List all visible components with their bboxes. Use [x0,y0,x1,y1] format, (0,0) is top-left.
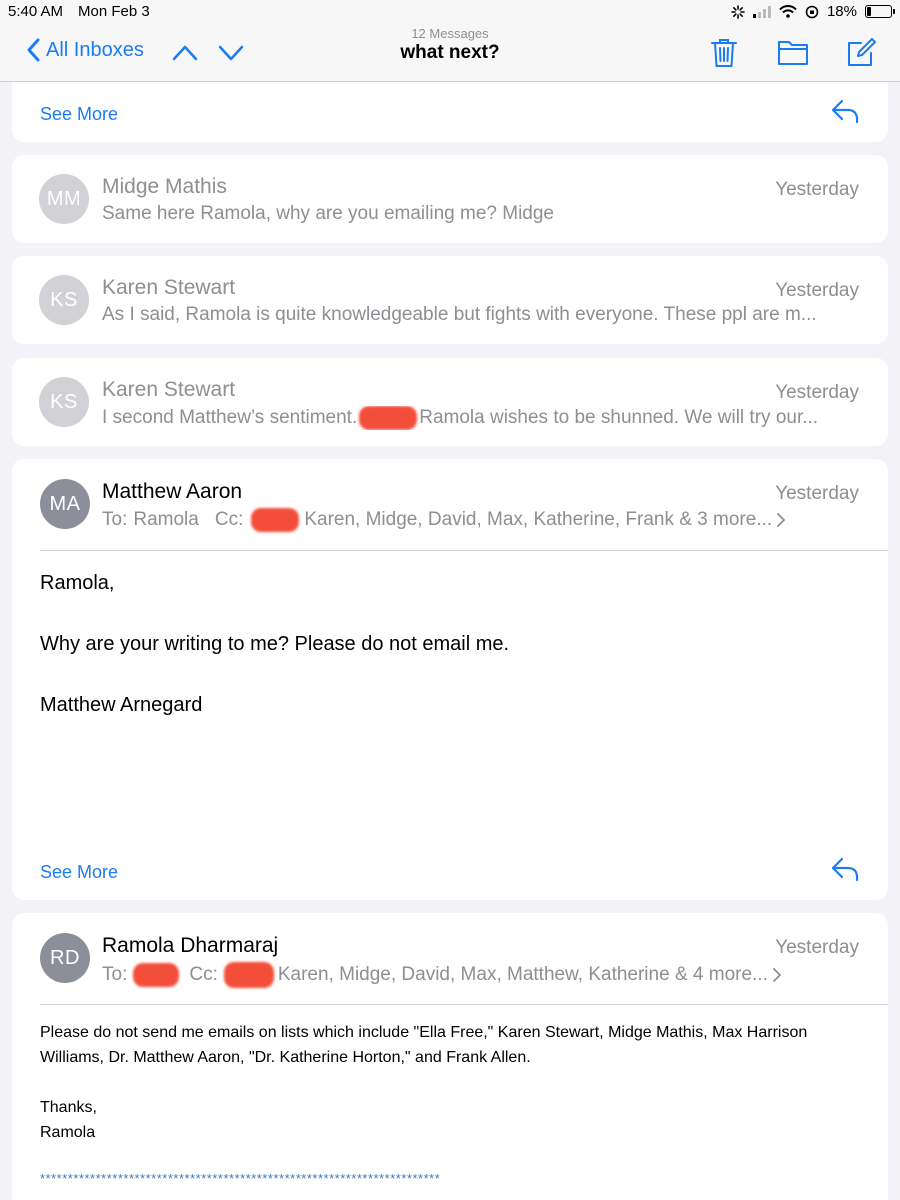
body-paragraph: Matthew Arnegard [40,694,203,716]
message-preview-part: Ramola wishes to be shunned. We will try… [419,407,819,428]
trash-icon[interactable] [711,38,737,68]
cc-label: Cc: [189,964,218,985]
back-button[interactable]: All Inboxes [26,38,144,62]
loading-spinner-icon [731,4,745,19]
status-bar: 5:40 AM Mon Feb 3 18% [0,0,900,24]
status-date: Mon Feb 3 [78,3,150,20]
sender-name: Ramola Dharmaraj [102,934,279,957]
avatar: RD [40,933,90,983]
redaction-mark [251,508,300,532]
body-paragraph: Ramola [40,1124,96,1141]
chevron-down-icon[interactable] [218,40,244,66]
wifi-icon [779,5,797,18]
to-recipient: Ramola [133,509,199,530]
status-indicators: 18% [731,3,895,20]
message-preview: As I said, Ramola is quite knowledgeable… [102,304,817,325]
avatar: KS [39,275,89,325]
cc-recipients: Karen, Midge, David, Max, Katherine, Fra… [304,509,773,530]
message-card-expanded: RD Ramola Dharmaraj Yesterday To: Cc: Ka… [12,913,888,1200]
body-paragraph: Why are your writing to me? Please do no… [40,633,510,655]
message-date: Yesterday [775,382,859,403]
signature-separator: ****************************************… [40,1171,441,1186]
recipients-row[interactable]: To: Ramola Cc: Karen, Midge, David, Max,… [102,508,786,532]
to-label: To: [102,964,128,985]
avatar: KS [39,377,89,427]
see-more-link[interactable]: See More [40,104,118,125]
to-label: To: [102,509,128,530]
message-preview: I second Matthew’s sentiment. Ramola wis… [102,406,854,430]
battery-icon [865,5,895,18]
message-date: Yesterday [775,483,859,504]
chevron-right-icon [777,513,786,527]
see-more-link[interactable]: See More [40,862,118,883]
message-date: Yesterday [775,937,859,958]
message-preview: Same here Ramola, why are you emailing m… [102,203,554,224]
redaction-mark [223,962,274,988]
sender-name: Matthew Aaron [102,480,243,503]
thread-title: what next? [400,42,500,63]
body-paragraph: Ramola, [40,572,115,594]
folder-icon[interactable] [777,38,809,66]
battery-percent: 18% [826,3,857,20]
status-time: 5:40 AM [8,3,64,20]
reply-icon[interactable] [830,856,860,882]
cellular-signal-icon [752,5,771,18]
header-divider [40,550,888,551]
message-card-collapsed[interactable]: KS Karen Stewart Yesterday As I said, Ra… [12,256,888,344]
sender-name: Karen Stewart [102,378,236,401]
cc-label: Cc: [214,509,244,530]
cc-recipients: Karen, Midge, David, Max, Matthew, Kathe… [277,964,768,985]
avatar: MA [40,479,90,529]
thread-title-area: 12 Messages what next? [300,26,600,64]
avatar: MM [39,174,89,224]
message-card-collapsed[interactable]: KS Karen Stewart Yesterday I second Matt… [12,358,888,446]
redaction-mark [133,963,180,987]
chevron-right-icon [772,968,782,982]
navigation-bar: All Inboxes 12 Messages what next? [0,24,900,82]
previous-message-card: See More [12,82,888,142]
back-button-label: All Inboxes [46,38,144,61]
header-divider [40,1004,888,1005]
message-card-collapsed[interactable]: MM Midge Mathis Yesterday Same here Ramo… [12,155,888,243]
sender-name: Midge Mathis [102,175,227,198]
body-paragraph: Please do not send me emails on lists wh… [40,1024,808,1066]
body-paragraph: Thanks, [40,1099,97,1116]
redaction-mark [359,406,418,430]
sender-name: Karen Stewart [102,276,236,299]
recipients-row[interactable]: To: Cc: Karen, Midge, David, Max, Matthe… [102,962,782,988]
compose-icon[interactable] [846,38,876,68]
message-date: Yesterday [775,280,859,301]
message-preview-part: I second Matthew’s sentiment. [102,407,358,428]
message-count: 12 Messages [411,26,489,41]
chevron-up-icon[interactable] [172,40,198,66]
message-card-expanded: MA Matthew Aaron Yesterday To: Ramola Cc… [12,459,888,900]
reply-icon[interactable] [830,98,860,124]
orientation-lock-icon [805,5,819,18]
chevron-left-icon [27,38,40,62]
message-date: Yesterday [775,179,859,200]
